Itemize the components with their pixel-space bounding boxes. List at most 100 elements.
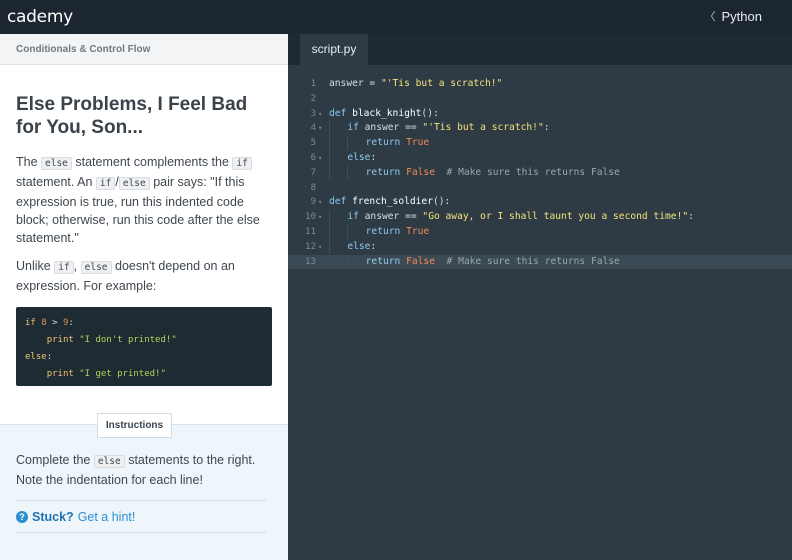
hint-row[interactable]: ? Stuck? Get a hint! [16,500,266,533]
code-token: print [46,335,74,345]
code-text: def french_soldier(): [329,195,450,210]
code-line[interactable]: 1 answer = "'Tis but a scratch!" [288,77,792,92]
codecademy-logo[interactable]: codecademy [6,6,510,71]
instructions-tab[interactable]: Instructions [97,413,172,438]
code-text: if answer == "Go away, or I shall taunt … [329,210,694,225]
snippet-line-1: if 8 > 9: [25,315,263,332]
code-token: (): [432,196,451,208]
fold-arrow-icon[interactable]: ▾ [318,107,322,122]
line-number: 2 [310,93,316,104]
code-token: "'Tis but a scratch!" [422,122,544,134]
line-number: 11 [305,226,316,237]
snippet-line-4: print "I get printed!" [25,366,263,383]
lesson-paragraph-2: Unlike if, else doesn't depend on an exp… [16,257,272,295]
line-number: 4 [310,123,316,134]
code-token: return [365,166,407,178]
code-token: return [365,255,407,267]
code-token: answer == [364,122,423,134]
code-token: if [347,122,365,134]
code-line[interactable]: 2 [288,92,792,107]
code-token: return [365,137,407,149]
unit-title[interactable]: Conditionals & Control Flow [0,34,288,65]
language-label: Python [721,8,762,24]
line-number: 5 [310,138,316,149]
tab-script-py[interactable]: script.py [300,34,368,65]
text-span: Unlike [16,259,55,273]
code-text: def black_knight(): [329,107,439,122]
code-token: def [329,196,353,208]
code-token: False [406,255,435,267]
code-text: return True [329,136,429,151]
code-token: if [347,211,365,223]
code-line[interactable]: 3 ▾ def black_knight(): [288,107,792,122]
question-circle-icon: ? [16,510,28,523]
code-token: : [68,318,74,328]
code-token: def [329,107,353,119]
top-nav: codecademy 〈 Python [0,0,792,71]
line-number: 12 [305,241,316,252]
code-editor: script.py 1 answer = "'Tis but a scratch!… [288,34,792,560]
code-area[interactable]: 1 answer = "'Tis but a scratch!" 2 3 ▾ def bl… [288,77,792,270]
code-line[interactable]: 10 ▾ if answer == "Go away, or I shall ta… [288,210,792,225]
code-token: : [370,151,377,163]
code-line[interactable]: 9 ▾ def french_soldier(): [288,195,792,210]
logo-cademy: cademy [7,7,73,27]
indent-guide [347,254,349,269]
code-token: : [370,240,377,252]
instructions-text: Complete the else statements to the righ… [16,451,272,489]
line-number: 10 [305,212,316,223]
code-token: (): [421,107,439,119]
code-token: True [406,137,430,149]
code-token: if [25,318,36,328]
stuck-label: Stuck? [32,509,74,524]
indent-guide [329,254,330,269]
line-number: 8 [310,182,316,193]
code-token: # Make sure this returns False [446,255,620,267]
fold-arrow-icon[interactable]: ▾ [318,240,322,255]
code-line[interactable]: 7 return False # Make sure this returns … [288,165,792,181]
code-token: # Make sure this returns False [446,166,620,178]
code-token: : [688,211,694,223]
fold-arrow-icon[interactable]: ▾ [318,195,322,210]
code-token: else [347,151,371,163]
code-token: french_soldier [352,196,433,208]
code-token: answer = [329,78,381,89]
code-token: "I get printed!" [79,369,166,379]
inline-code: if [54,261,74,274]
line-number: 3 [310,108,316,119]
code-line[interactable]: 11 return True [288,224,792,240]
indent-guide [329,210,330,225]
code-line[interactable]: 5 return True [288,136,792,151]
fold-arrow-icon[interactable]: ▾ [318,210,322,225]
code-token: "Go away, or I shall taunt you a second … [422,211,689,223]
code-line[interactable]: 4 ▾ if answer == "'Tis but a scratch!": [288,121,792,136]
indent-guide [329,150,330,165]
lesson-content: Else Problems, I Feel Bad for You, Son..… [0,65,288,386]
lesson-paragraph-1: The else statement complements the if st… [16,153,272,247]
inline-code: else [93,455,125,468]
inline-code: else [41,157,72,170]
lesson-title: Else Problems, I Feel Bad for You, Son..… [16,94,248,138]
code-line[interactable]: 12 ▾ else: [288,239,792,255]
example-code-block: if 8 > 9: print "I don't printed!" else:… [16,307,272,386]
indent-guide [329,136,330,151]
language-menu[interactable]: 〈 Python [705,8,762,24]
code-line[interactable]: 8 [288,181,792,196]
inline-code: else [80,261,112,274]
code-token: "'Tis but a scratch!" [380,78,503,89]
code-token: return [365,225,407,237]
code-token: black_knight [352,107,422,119]
fold-arrow-icon[interactable]: ▾ [318,121,322,136]
code-text: return False # Make sure this returns Fa… [329,165,620,181]
indent-guide [347,165,349,180]
indent-guide [329,224,330,239]
get-hint-link[interactable]: Get a hint! [78,510,136,524]
text-span: statement complements the [71,155,233,169]
code-line[interactable]: 13 return False # Make sure this returns… [288,254,792,270]
code-token: True [406,225,430,237]
chevron-left-icon: 〈 [704,11,716,23]
fold-arrow-icon[interactable]: ▾ [318,151,322,166]
code-token: else [347,240,371,252]
code-line[interactable]: 6 ▾ else: [288,150,792,166]
